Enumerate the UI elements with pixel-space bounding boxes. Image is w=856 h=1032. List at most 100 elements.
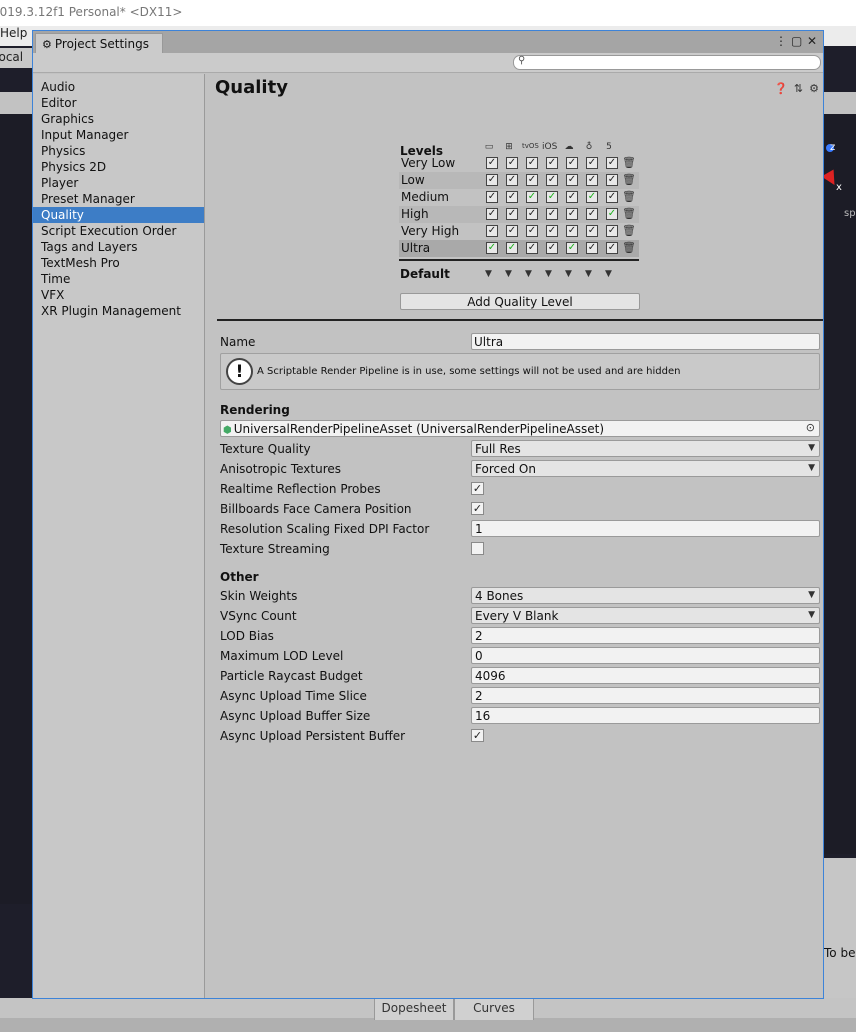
tab-dopesheet[interactable]: Dopesheet [374,998,454,1020]
platform-checkbox[interactable]: ✓ [506,208,518,220]
platform-checkbox[interactable]: ✓ [526,242,538,254]
skin-weights-dropdown[interactable]: 4 Bones ▼ [471,587,820,604]
async-time-slice-field[interactable]: 2 [471,687,820,704]
platform-checkbox[interactable]: ✓ [486,208,498,220]
platform-checkbox[interactable]: ✓ [506,242,518,254]
sidebar-item-preset-manager[interactable]: Preset Manager [33,191,204,207]
texture-quality-dropdown[interactable]: Full Res ▼ [471,440,820,457]
platform-checkbox[interactable]: ✓ [506,225,518,237]
max-lod-field[interactable]: 0 [471,647,820,664]
platform-checkbox[interactable]: ✓ [606,208,618,220]
platform-checkbox[interactable]: ✓ [606,157,618,169]
platform-checkbox[interactable]: ✓ [486,174,498,186]
platform-checkbox[interactable]: ✓ [506,174,518,186]
settings-gear-icon[interactable]: ⚙ [809,82,819,95]
platform-checkbox[interactable]: ✓ [526,157,538,169]
sidebar-item-player[interactable]: Player [33,175,204,191]
platform-checkbox[interactable]: ✓ [486,242,498,254]
particle-raycast-field[interactable]: 4096 [471,667,820,684]
sidebar-item-audio[interactable]: Audio [33,79,204,95]
dpi-factor-field[interactable]: 1 [471,520,820,537]
quality-level-row[interactable]: High ✓ ✓ ✓ ✓ ✓ ✓ ✓ 🗑 [399,206,639,223]
tab-project-settings[interactable]: ⚙ Project Settings [35,33,163,53]
platform-checkbox[interactable]: ✓ [606,174,618,186]
delete-level-icon[interactable]: 🗑 [622,241,636,254]
platform-checkbox[interactable]: ✓ [526,225,538,237]
sidebar-item-input-manager[interactable]: Input Manager [33,127,204,143]
sidebar-item-xr-plugin-management[interactable]: XR Plugin Management [33,303,204,319]
quality-level-row[interactable]: Very High ✓ ✓ ✓ ✓ ✓ ✓ ✓ 🗑 [399,223,639,240]
async-persistent-buffer-checkbox[interactable]: ✓ [471,729,484,742]
default-level-dropdown-icon[interactable]: ▼ [605,269,612,279]
realtime-reflection-probes-checkbox[interactable]: ✓ [471,482,484,495]
platform-checkbox[interactable]: ✓ [546,157,558,169]
menu-help[interactable]: Help [0,26,27,40]
delete-level-icon[interactable]: 🗑 [622,156,636,169]
platform-checkbox[interactable]: ✓ [606,242,618,254]
default-level-dropdown-icon[interactable]: ▼ [525,269,532,279]
maximize-icon[interactable]: ▢ [791,34,802,48]
sidebar-item-quality[interactable]: Quality [33,207,204,223]
add-quality-level-button[interactable]: Add Quality Level [400,293,640,310]
platform-checkbox[interactable]: ✓ [586,174,598,186]
sidebar-item-physics[interactable]: Physics [33,143,204,159]
platform-checkbox[interactable]: ✓ [486,191,498,203]
platform-checkbox[interactable]: ✓ [546,174,558,186]
platform-checkbox[interactable]: ✓ [586,242,598,254]
platform-checkbox[interactable]: ✓ [546,191,558,203]
render-pipeline-asset-field[interactable]: ⬢ UniversalRenderPipelineAsset (Universal… [220,420,820,437]
lod-bias-field[interactable]: 2 [471,627,820,644]
quality-level-row[interactable]: Ultra ✓ ✓ ✓ ✓ ✓ ✓ ✓ 🗑 [399,240,639,257]
async-buffer-size-field[interactable]: 16 [471,707,820,724]
help-icon[interactable]: ❓ [774,82,788,95]
default-level-dropdown-icon[interactable]: ▼ [585,269,592,279]
default-level-dropdown-icon[interactable]: ▼ [565,269,572,279]
platform-checkbox[interactable]: ✓ [606,225,618,237]
delete-level-icon[interactable]: 🗑 [622,190,636,203]
sidebar-item-editor[interactable]: Editor [33,95,204,111]
platform-checkbox[interactable]: ✓ [586,191,598,203]
sidebar-item-vfx[interactable]: VFX [33,287,204,303]
platform-checkbox[interactable]: ✓ [506,157,518,169]
vsync-count-dropdown[interactable]: Every V Blank ▼ [471,607,820,624]
sidebar-item-graphics[interactable]: Graphics [33,111,204,127]
delete-level-icon[interactable]: 🗑 [622,207,636,220]
sidebar-item-physics-2d[interactable]: Physics 2D [33,159,204,175]
platform-checkbox[interactable]: ✓ [566,157,578,169]
more-options-icon[interactable]: ⋮ [775,34,787,48]
platform-checkbox[interactable]: ✓ [586,208,598,220]
default-level-dropdown-icon[interactable]: ▼ [505,269,512,279]
platform-checkbox[interactable]: ✓ [486,157,498,169]
billboards-checkbox[interactable]: ✓ [471,502,484,515]
delete-level-icon[interactable]: 🗑 [622,173,636,186]
platform-checkbox[interactable]: ✓ [586,157,598,169]
sidebar-item-time[interactable]: Time [33,271,204,287]
platform-checkbox[interactable]: ✓ [566,242,578,254]
sidebar-item-script-execution-order[interactable]: Script Execution Order [33,223,204,239]
anisotropic-textures-dropdown[interactable]: Forced On ▼ [471,460,820,477]
platform-checkbox[interactable]: ✓ [566,174,578,186]
delete-level-icon[interactable]: 🗑 [622,224,636,237]
close-icon[interactable]: ✕ [807,34,817,48]
sidebar-item-tags-and-layers[interactable]: Tags and Layers [33,239,204,255]
name-field[interactable]: Ultra [471,333,820,350]
quality-level-row[interactable]: Low ✓ ✓ ✓ ✓ ✓ ✓ ✓ 🗑 [399,172,639,189]
platform-checkbox[interactable]: ✓ [546,225,558,237]
search-input[interactable]: ⚲ [513,55,821,70]
default-level-dropdown-icon[interactable]: ▼ [545,269,552,279]
platform-checkbox[interactable]: ✓ [526,191,538,203]
tab-curves[interactable]: Curves [454,998,534,1020]
platform-checkbox[interactable]: ✓ [566,225,578,237]
local-toggle[interactable]: Local [0,48,32,68]
sidebar-item-textmesh-pro[interactable]: TextMesh Pro [33,255,204,271]
quality-level-row[interactable]: Very Low ✓ ✓ ✓ ✓ ✓ ✓ ✓ 🗑 [399,155,639,172]
preset-icon[interactable]: ⇅ [794,82,803,95]
platform-checkbox[interactable]: ✓ [526,208,538,220]
platform-checkbox[interactable]: ✓ [486,225,498,237]
platform-checkbox[interactable]: ✓ [566,191,578,203]
default-level-dropdown-icon[interactable]: ▼ [485,269,492,279]
platform-checkbox[interactable]: ✓ [566,208,578,220]
object-picker-icon[interactable]: ⊙ [806,421,815,434]
texture-streaming-checkbox[interactable] [471,542,484,555]
quality-level-row[interactable]: Medium ✓ ✓ ✓ ✓ ✓ ✓ ✓ 🗑 [399,189,639,206]
